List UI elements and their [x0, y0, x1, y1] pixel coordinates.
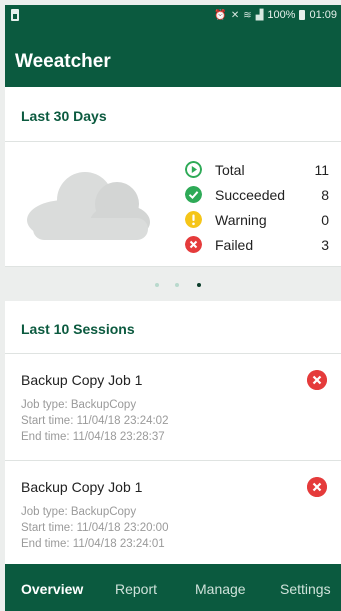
session-job-type: Job type: BackupCopy	[21, 399, 137, 411]
stat-succeeded: Succeeded 8	[185, 185, 335, 205]
sessions-title: Last 10 Sessions	[21, 321, 135, 337]
session-start-time: Start time: 11/04/18 23:24:02	[21, 415, 169, 427]
stat-value: 3	[321, 237, 329, 253]
session-item[interactable]: Backup Copy Job 1 Job type: BackupCopy S…	[5, 354, 341, 461]
session-item[interactable]: Backup Copy Job 1 Job type: BackupCopy S…	[5, 461, 341, 564]
stat-label: Total	[215, 162, 245, 178]
alarm-icon: ⏰	[214, 9, 227, 21]
stat-value: 8	[321, 187, 329, 203]
stat-label: Succeeded	[215, 187, 286, 203]
nav-report[interactable]: Report	[115, 581, 157, 597]
page-dot-active[interactable]	[197, 283, 201, 287]
mute-icon: ✕	[230, 9, 240, 21]
stat-value: 11	[314, 162, 329, 178]
bottom-navigation: Overview Report Manage Settings	[5, 564, 341, 611]
play-circle-icon	[185, 161, 202, 178]
app-title: Weeatcher	[15, 51, 111, 72]
battery-percent: 100%	[267, 9, 296, 21]
cloud-icon	[27, 172, 150, 240]
app-screen: ⏰ ✕ ≋ ▟ 100% 01:09 Weeatcher Last 30 Day…	[5, 5, 341, 611]
sessions-header: Last 10 Sessions	[5, 301, 341, 354]
stat-failed: Failed 3	[185, 235, 335, 255]
status-icons: ⏰ ✕ ≋ ▟ 100% 01:09	[214, 9, 337, 21]
clock: 01:09	[309, 9, 337, 21]
stat-label: Warning	[215, 212, 267, 228]
app-bar: Weeatcher	[5, 27, 341, 87]
page-dot[interactable]	[175, 283, 179, 287]
page-dot[interactable]	[155, 283, 159, 287]
sim-card-icon	[11, 9, 19, 21]
nav-overview[interactable]: Overview	[21, 581, 83, 597]
stat-value: 0	[321, 212, 329, 228]
wifi-icon: ≋	[243, 9, 252, 21]
summary-header: Last 30 Days	[5, 87, 341, 142]
session-name: Backup Copy Job 1	[21, 372, 143, 388]
nav-settings[interactable]: Settings	[280, 581, 331, 597]
session-job-type: Job type: BackupCopy	[21, 506, 137, 518]
exclamation-circle-icon	[185, 211, 202, 228]
failed-status-icon	[307, 477, 327, 497]
session-name: Backup Copy Job 1	[21, 479, 143, 495]
summary-card[interactable]: Total 11 Succeeded 8 Warning 0 Failed 3	[5, 142, 341, 267]
status-bar: ⏰ ✕ ≋ ▟ 100% 01:09	[5, 5, 341, 27]
stat-warning: Warning 0	[185, 210, 335, 230]
session-start-time: Start time: 11/04/18 23:20:00	[21, 522, 169, 534]
nav-manage[interactable]: Manage	[195, 581, 246, 597]
x-circle-icon	[185, 236, 202, 253]
stat-total: Total 11	[185, 160, 335, 180]
session-end-time: End time: 11/04/18 23:28:37	[21, 431, 165, 443]
session-end-time: End time: 11/04/18 23:24:01	[21, 538, 165, 550]
battery-icon	[299, 10, 306, 20]
failed-status-icon	[307, 370, 327, 390]
page-indicator	[5, 267, 341, 301]
stat-label: Failed	[215, 237, 254, 253]
summary-title: Last 30 Days	[21, 108, 107, 124]
signal-icon: ▟	[255, 9, 264, 21]
check-circle-icon	[185, 186, 202, 203]
